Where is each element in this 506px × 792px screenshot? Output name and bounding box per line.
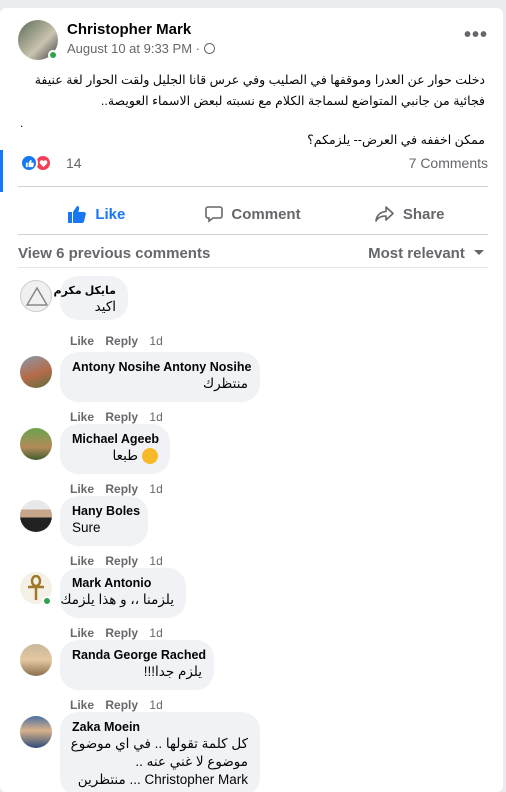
- comment-actions: Like Reply 1d: [70, 554, 171, 568]
- comment-text-line: موضوع لا غني عنه ..: [135, 754, 248, 769]
- comment-actions: Like Reply 1d: [70, 698, 171, 712]
- commenter-name[interactable]: Mark Antonio: [72, 576, 174, 590]
- comment-reply-link[interactable]: Reply: [105, 410, 138, 424]
- comment-button[interactable]: Comment: [175, 194, 332, 234]
- commenter-avatar[interactable]: [20, 644, 52, 676]
- comment-bubble: Mark Antonio يلزمنا ،، و هذا يلزمك: [60, 568, 186, 618]
- sort-dropdown[interactable]: Most relevant: [368, 245, 485, 262]
- commenter-name[interactable]: Hany Boles: [72, 504, 140, 518]
- comment-time[interactable]: 1d: [149, 334, 162, 348]
- comments-count[interactable]: 7 Comments: [409, 155, 488, 171]
- post-question: ممكن اخففه في العرض-- يلزمكم؟: [307, 133, 485, 147]
- comment-reply-link[interactable]: Reply: [105, 482, 138, 496]
- post-meta: August 10 at 9:33 PM ·: [67, 41, 215, 56]
- comment-icon: [205, 206, 224, 223]
- commenter-avatar[interactable]: [20, 500, 52, 532]
- comment-actions: Like Reply 1d: [70, 626, 171, 640]
- focus-bar: [0, 150, 3, 192]
- online-indicator: [48, 50, 58, 60]
- comment-time[interactable]: 1d: [149, 626, 162, 640]
- post-stats: 14 7 Comments: [18, 152, 488, 176]
- divider: [18, 186, 488, 187]
- globe-icon: [203, 43, 215, 54]
- share-label: Share: [402, 205, 445, 223]
- thumbs-up-icon: [68, 206, 87, 223]
- comment-time[interactable]: 1d: [149, 698, 162, 712]
- post-header: Christopher Mark August 10 at 9:33 PM · …: [18, 20, 488, 62]
- comment-time[interactable]: 1d: [149, 554, 162, 568]
- divider: [18, 267, 488, 268]
- comment-reply-link[interactable]: Reply: [105, 334, 138, 348]
- comment-bubble: Antony Nosihe Antony Nosihe منتظرك: [60, 352, 260, 402]
- comment-text: Sure: [72, 520, 101, 535]
- comment-bubble: مايكل مكرم اكيد: [54, 276, 128, 320]
- comment-actions: Like Reply 1d: [70, 482, 171, 496]
- commenter-name[interactable]: Antony Nosihe Antony Nosihe: [72, 360, 251, 374]
- like-label: Like: [95, 205, 126, 223]
- commenter-avatar[interactable]: [20, 716, 52, 748]
- like-button[interactable]: Like: [18, 194, 175, 234]
- commenter-name[interactable]: Randa George Rached: [72, 648, 206, 662]
- comment-like-link[interactable]: Like: [70, 626, 94, 640]
- comment-like-link[interactable]: Like: [70, 554, 94, 568]
- comment-text: طبعا: [72, 448, 158, 465]
- comment-time[interactable]: 1d: [149, 410, 162, 424]
- post-date[interactable]: August 10 at 9:33 PM: [67, 41, 192, 56]
- commenter-avatar[interactable]: [20, 356, 52, 388]
- commenter-avatar[interactable]: [20, 280, 52, 312]
- comment-bubble: Michael Ageeb طبعا: [60, 424, 170, 474]
- commenter-name[interactable]: مايكل مكرم: [54, 284, 116, 297]
- comment-bubble: Randa George Rached يلزم جدا!!!: [60, 640, 214, 690]
- caret-down-icon: [474, 250, 484, 255]
- share-icon: [375, 206, 394, 222]
- view-previous-comments[interactable]: View 6 previous comments: [18, 245, 210, 262]
- comment-text: يلزم جدا!!!: [143, 664, 202, 679]
- meta-separator: ·: [192, 41, 204, 56]
- reaction-count[interactable]: 14: [66, 155, 82, 171]
- commenter-name[interactable]: Michael Ageeb: [72, 432, 159, 446]
- comment-text: اكيد: [94, 299, 116, 314]
- comment-like-link[interactable]: Like: [70, 410, 94, 424]
- comment-text-line: Christopher Mark ... منتظرين: [77, 772, 248, 787]
- reactions-summary[interactable]: [20, 154, 60, 172]
- sort-label: Most relevant: [368, 245, 465, 262]
- post-body: دخلت حوار عن العدرا وموقفها في الصليب وف…: [34, 73, 485, 108]
- comment-reply-link[interactable]: Reply: [105, 626, 138, 640]
- comment-actions: Like Reply 1d: [70, 410, 171, 424]
- comment-text-value: طبعا: [112, 448, 138, 463]
- like-reaction-icon: [20, 154, 38, 172]
- comment-like-link[interactable]: Like: [70, 698, 94, 712]
- comment-bubble: Hany Boles Sure: [60, 496, 148, 546]
- comment-reply-link[interactable]: Reply: [105, 698, 138, 712]
- comment-bubble: Zaka Moein كل كلمة تقولها .. في اي موضوع…: [60, 712, 260, 792]
- author-name[interactable]: Christopher Mark: [67, 21, 191, 38]
- post-actions: Like Comment Share: [18, 194, 488, 234]
- comment-text-line: كل كلمة تقولها .. في اي موضوع: [70, 736, 248, 751]
- more-options-icon[interactable]: •••: [464, 24, 488, 47]
- comment-reply-link[interactable]: Reply: [105, 554, 138, 568]
- commenter-name[interactable]: Zaka Moein: [72, 720, 248, 734]
- post-card: Christopher Mark August 10 at 9:33 PM · …: [0, 8, 503, 792]
- person-shrug-emoji-icon: [142, 448, 158, 465]
- comment-actions: Like Reply 1d: [70, 334, 171, 348]
- comment-label: Comment: [231, 205, 301, 223]
- online-indicator: [42, 596, 52, 606]
- comment-time[interactable]: 1d: [149, 482, 162, 496]
- comment-like-link[interactable]: Like: [70, 334, 94, 348]
- comment-text: منتظرك: [202, 376, 248, 391]
- post-body-dot: .: [20, 116, 24, 130]
- commenter-avatar[interactable]: [20, 428, 52, 460]
- comment-text: يلزمنا ،، و هذا يلزمك: [60, 592, 174, 607]
- divider: [18, 234, 488, 235]
- comment-like-link[interactable]: Like: [70, 482, 94, 496]
- share-button[interactable]: Share: [331, 194, 488, 234]
